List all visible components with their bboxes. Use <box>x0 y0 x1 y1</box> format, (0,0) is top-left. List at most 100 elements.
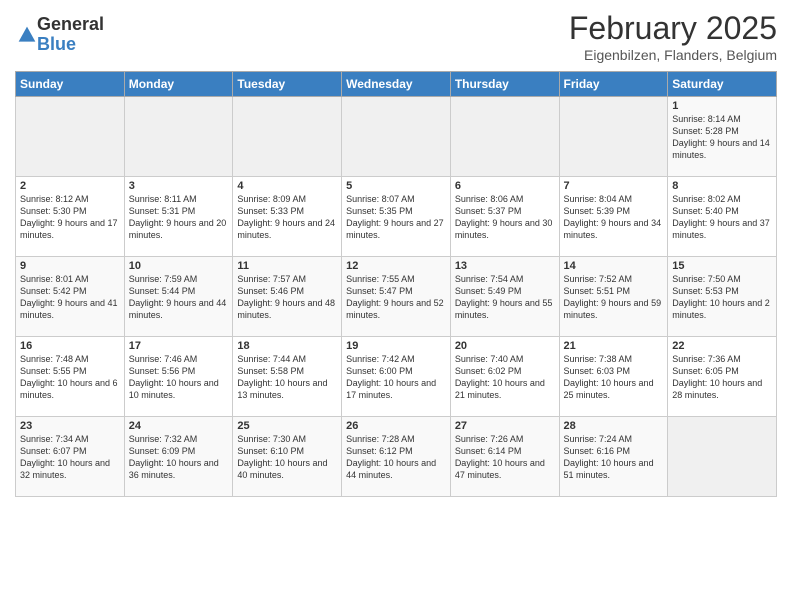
day-number: 14 <box>564 260 664 272</box>
calendar-week-4: 16Sunrise: 7:48 AM Sunset: 5:55 PM Dayli… <box>16 337 777 417</box>
calendar-cell: 22Sunrise: 7:36 AM Sunset: 6:05 PM Dayli… <box>668 337 777 417</box>
header-row: Sunday Monday Tuesday Wednesday Thursday… <box>16 72 777 97</box>
calendar-cell: 23Sunrise: 7:34 AM Sunset: 6:07 PM Dayli… <box>16 417 125 497</box>
day-number: 2 <box>20 180 120 192</box>
location-subtitle: Eigenbilzen, Flanders, Belgium <box>569 47 777 63</box>
calendar-cell: 27Sunrise: 7:26 AM Sunset: 6:14 PM Dayli… <box>450 417 559 497</box>
day-info: Sunrise: 8:11 AM Sunset: 5:31 PM Dayligh… <box>129 193 229 242</box>
day-info: Sunrise: 8:09 AM Sunset: 5:33 PM Dayligh… <box>237 193 337 242</box>
day-number: 25 <box>237 420 337 432</box>
logo-blue: Blue <box>37 35 104 55</box>
day-number: 27 <box>455 420 555 432</box>
calendar-cell: 28Sunrise: 7:24 AM Sunset: 6:16 PM Dayli… <box>559 417 668 497</box>
calendar-body: 1Sunrise: 8:14 AM Sunset: 5:28 PM Daylig… <box>16 97 777 497</box>
calendar-week-3: 9Sunrise: 8:01 AM Sunset: 5:42 PM Daylig… <box>16 257 777 337</box>
day-number: 10 <box>129 260 229 272</box>
day-info: Sunrise: 7:46 AM Sunset: 5:56 PM Dayligh… <box>129 353 229 402</box>
calendar-cell <box>668 417 777 497</box>
calendar-cell: 1Sunrise: 8:14 AM Sunset: 5:28 PM Daylig… <box>668 97 777 177</box>
calendar-cell: 11Sunrise: 7:57 AM Sunset: 5:46 PM Dayli… <box>233 257 342 337</box>
col-sunday: Sunday <box>16 72 125 97</box>
day-number: 28 <box>564 420 664 432</box>
day-info: Sunrise: 7:28 AM Sunset: 6:12 PM Dayligh… <box>346 433 446 482</box>
calendar-cell: 5Sunrise: 8:07 AM Sunset: 5:35 PM Daylig… <box>342 177 451 257</box>
calendar-cell: 7Sunrise: 8:04 AM Sunset: 5:39 PM Daylig… <box>559 177 668 257</box>
calendar-cell: 18Sunrise: 7:44 AM Sunset: 5:58 PM Dayli… <box>233 337 342 417</box>
calendar-cell: 15Sunrise: 7:50 AM Sunset: 5:53 PM Dayli… <box>668 257 777 337</box>
day-number: 1 <box>672 100 772 112</box>
calendar-cell: 4Sunrise: 8:09 AM Sunset: 5:33 PM Daylig… <box>233 177 342 257</box>
day-info: Sunrise: 8:07 AM Sunset: 5:35 PM Dayligh… <box>346 193 446 242</box>
calendar-cell: 21Sunrise: 7:38 AM Sunset: 6:03 PM Dayli… <box>559 337 668 417</box>
day-number: 19 <box>346 340 446 352</box>
day-info: Sunrise: 7:24 AM Sunset: 6:16 PM Dayligh… <box>564 433 664 482</box>
page: General Blue February 2025 Eigenbilzen, … <box>0 0 792 612</box>
header: General Blue February 2025 Eigenbilzen, … <box>15 10 777 63</box>
day-info: Sunrise: 8:04 AM Sunset: 5:39 PM Dayligh… <box>564 193 664 242</box>
day-info: Sunrise: 8:01 AM Sunset: 5:42 PM Dayligh… <box>20 273 120 322</box>
day-number: 3 <box>129 180 229 192</box>
day-info: Sunrise: 7:44 AM Sunset: 5:58 PM Dayligh… <box>237 353 337 402</box>
day-number: 4 <box>237 180 337 192</box>
day-info: Sunrise: 7:40 AM Sunset: 6:02 PM Dayligh… <box>455 353 555 402</box>
calendar-cell: 8Sunrise: 8:02 AM Sunset: 5:40 PM Daylig… <box>668 177 777 257</box>
day-number: 26 <box>346 420 446 432</box>
day-number: 20 <box>455 340 555 352</box>
calendar-cell: 25Sunrise: 7:30 AM Sunset: 6:10 PM Dayli… <box>233 417 342 497</box>
title-area: February 2025 Eigenbilzen, Flanders, Bel… <box>569 10 777 63</box>
calendar-cell <box>16 97 125 177</box>
calendar-cell <box>233 97 342 177</box>
calendar-cell: 2Sunrise: 8:12 AM Sunset: 5:30 PM Daylig… <box>16 177 125 257</box>
calendar-cell <box>450 97 559 177</box>
day-info: Sunrise: 8:06 AM Sunset: 5:37 PM Dayligh… <box>455 193 555 242</box>
col-tuesday: Tuesday <box>233 72 342 97</box>
col-thursday: Thursday <box>450 72 559 97</box>
day-info: Sunrise: 7:52 AM Sunset: 5:51 PM Dayligh… <box>564 273 664 322</box>
calendar-week-2: 2Sunrise: 8:12 AM Sunset: 5:30 PM Daylig… <box>16 177 777 257</box>
calendar-cell: 17Sunrise: 7:46 AM Sunset: 5:56 PM Dayli… <box>124 337 233 417</box>
calendar-cell: 6Sunrise: 8:06 AM Sunset: 5:37 PM Daylig… <box>450 177 559 257</box>
logo: General Blue <box>15 15 104 55</box>
day-number: 24 <box>129 420 229 432</box>
day-info: Sunrise: 7:54 AM Sunset: 5:49 PM Dayligh… <box>455 273 555 322</box>
day-info: Sunrise: 7:50 AM Sunset: 5:53 PM Dayligh… <box>672 273 772 322</box>
day-number: 18 <box>237 340 337 352</box>
calendar-header: Sunday Monday Tuesday Wednesday Thursday… <box>16 72 777 97</box>
day-info: Sunrise: 7:55 AM Sunset: 5:47 PM Dayligh… <box>346 273 446 322</box>
col-saturday: Saturday <box>668 72 777 97</box>
calendar-cell <box>559 97 668 177</box>
day-info: Sunrise: 7:42 AM Sunset: 6:00 PM Dayligh… <box>346 353 446 402</box>
day-info: Sunrise: 7:36 AM Sunset: 6:05 PM Dayligh… <box>672 353 772 402</box>
day-number: 9 <box>20 260 120 272</box>
day-number: 21 <box>564 340 664 352</box>
day-info: Sunrise: 7:48 AM Sunset: 5:55 PM Dayligh… <box>20 353 120 402</box>
calendar-cell <box>342 97 451 177</box>
day-info: Sunrise: 8:14 AM Sunset: 5:28 PM Dayligh… <box>672 113 772 162</box>
calendar-table: Sunday Monday Tuesday Wednesday Thursday… <box>15 71 777 497</box>
day-number: 23 <box>20 420 120 432</box>
day-info: Sunrise: 7:32 AM Sunset: 6:09 PM Dayligh… <box>129 433 229 482</box>
calendar-cell: 12Sunrise: 7:55 AM Sunset: 5:47 PM Dayli… <box>342 257 451 337</box>
calendar-cell: 16Sunrise: 7:48 AM Sunset: 5:55 PM Dayli… <box>16 337 125 417</box>
calendar-cell <box>124 97 233 177</box>
day-number: 7 <box>564 180 664 192</box>
day-number: 13 <box>455 260 555 272</box>
day-info: Sunrise: 7:30 AM Sunset: 6:10 PM Dayligh… <box>237 433 337 482</box>
col-friday: Friday <box>559 72 668 97</box>
day-number: 5 <box>346 180 446 192</box>
calendar-cell: 26Sunrise: 7:28 AM Sunset: 6:12 PM Dayli… <box>342 417 451 497</box>
calendar-week-1: 1Sunrise: 8:14 AM Sunset: 5:28 PM Daylig… <box>16 97 777 177</box>
calendar-cell: 10Sunrise: 7:59 AM Sunset: 5:44 PM Dayli… <box>124 257 233 337</box>
day-number: 6 <box>455 180 555 192</box>
day-number: 17 <box>129 340 229 352</box>
logo-text: General Blue <box>37 15 104 55</box>
logo-general: General <box>37 15 104 35</box>
day-info: Sunrise: 7:38 AM Sunset: 6:03 PM Dayligh… <box>564 353 664 402</box>
calendar-cell: 9Sunrise: 8:01 AM Sunset: 5:42 PM Daylig… <box>16 257 125 337</box>
day-info: Sunrise: 8:12 AM Sunset: 5:30 PM Dayligh… <box>20 193 120 242</box>
calendar-cell: 20Sunrise: 7:40 AM Sunset: 6:02 PM Dayli… <box>450 337 559 417</box>
logo-icon <box>17 25 37 45</box>
col-monday: Monday <box>124 72 233 97</box>
calendar-cell: 3Sunrise: 8:11 AM Sunset: 5:31 PM Daylig… <box>124 177 233 257</box>
calendar-cell: 14Sunrise: 7:52 AM Sunset: 5:51 PM Dayli… <box>559 257 668 337</box>
